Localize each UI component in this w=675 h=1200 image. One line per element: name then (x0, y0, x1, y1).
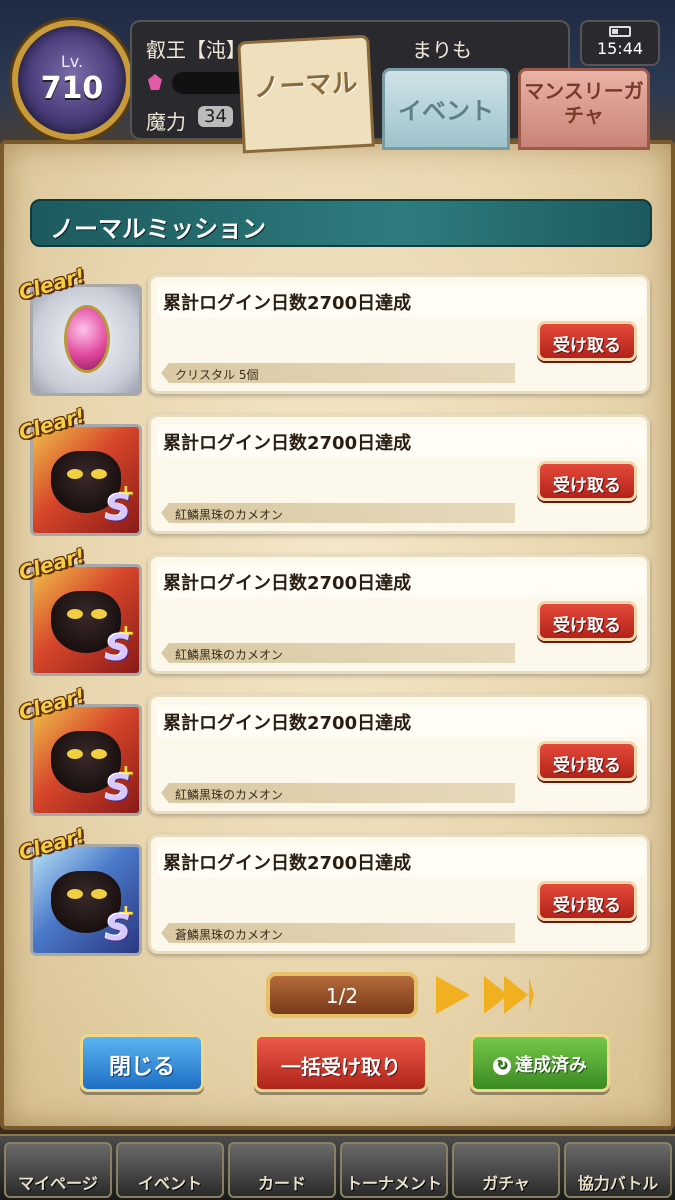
mission-title: 累計ログイン日数2700日達成 (157, 705, 645, 737)
power-label: 魔力 (146, 110, 186, 134)
last-page-icon[interactable] (484, 976, 534, 1014)
monster-reward-icon: + S (30, 844, 142, 956)
player-name: 叡王【沌】 (146, 38, 246, 62)
tab-monthly-gacha[interactable]: マンスリーガチャ (518, 68, 650, 150)
monster-reward-icon: + S (30, 564, 142, 676)
mission-row: + S Clear! 累計ログイン日数2700日達成 受け取る 紅鱗黒珠のカメオ… (16, 403, 650, 536)
nav-tournament[interactable]: トーナメント (340, 1142, 448, 1198)
reward-label: 蒼鱗黒珠のカメオン (161, 923, 515, 943)
mission-card: 累計ログイン日数2700日達成 受け取る 紅鱗黒珠のカメオン (148, 414, 650, 534)
bulk-receive-button[interactable]: 一括受け取り (254, 1034, 428, 1092)
reward-label: 紅鱗黒珠のカメオン (161, 783, 515, 803)
mission-row: Clear! 累計ログイン日数2700日達成 受け取る クリスタル 5個 (16, 263, 650, 396)
page-indicator: 1/2 (266, 972, 418, 1018)
mission-row: + S Clear! 累計ログイン日数2700日達成 受け取る 紅鱗黒珠のカメオ… (16, 543, 650, 676)
battery-icon (609, 26, 631, 37)
receive-button[interactable]: 受け取る (537, 461, 637, 501)
nav-coop-battle[interactable]: 協力バトル (564, 1142, 672, 1198)
panel-title: ノーマルミッション (30, 199, 652, 247)
receive-button[interactable]: 受け取る (537, 321, 637, 361)
mission-card: 累計ログイン日数2700日達成 受け取る 蒼鱗黒珠のカメオン (148, 834, 650, 954)
tab-event[interactable]: イベント (382, 68, 510, 150)
mission-card: 累計ログイン日数2700日達成 受け取る 紅鱗黒珠のカメオン (148, 554, 650, 674)
mission-title: 累計ログイン日数2700日達成 (157, 285, 645, 317)
next-page-icon[interactable] (436, 976, 470, 1014)
mission-panel: ノーマルミッション Clear! 累計ログイン日数2700日達成 受け取る クリ… (0, 140, 675, 1130)
receive-button[interactable]: 受け取る (537, 741, 637, 781)
mission-row: + S Clear! 累計ログイン日数2700日達成 受け取る 蒼鱗黒珠のカメオ… (16, 823, 650, 956)
mission-title: 累計ログイン日数2700日達成 (157, 845, 645, 877)
power-value: 34 (198, 106, 233, 127)
clock-box: 15:44 (580, 20, 660, 66)
mission-title: 累計ログイン日数2700日達成 (157, 565, 645, 597)
level-badge: Lv. 710 (12, 20, 132, 140)
reward-label: クリスタル 5個 (161, 363, 515, 383)
receive-button[interactable]: 受け取る (537, 601, 637, 641)
rank-label: S (105, 628, 131, 669)
gem-icon (148, 74, 162, 90)
user-name: まりも (412, 38, 472, 62)
rank-label: S (105, 768, 131, 809)
monster-reward-icon: + S (30, 424, 142, 536)
mission-row: + S Clear! 累計ログイン日数2700日達成 受け取る 紅鱗黒珠のカメオ… (16, 683, 650, 816)
nav-event[interactable]: イベント (116, 1142, 224, 1198)
nav-mypage[interactable]: マイページ (4, 1142, 112, 1198)
monster-reward-icon: + S (30, 704, 142, 816)
bottom-nav: マイページ イベント カード トーナメント ガチャ 協力バトル (0, 1134, 675, 1200)
rank-label: S (105, 488, 131, 529)
close-button[interactable]: 閉じる (80, 1034, 204, 1092)
receive-button[interactable]: 受け取る (537, 881, 637, 921)
reward-label: 紅鱗黒珠のカメオン (161, 643, 515, 663)
tab-normal[interactable]: ノーマル (237, 34, 375, 154)
mission-title: 累計ログイン日数2700日達成 (157, 425, 645, 457)
refresh-icon: ↻ (493, 1057, 511, 1075)
mission-card: 累計ログイン日数2700日達成 受け取る 紅鱗黒珠のカメオン (148, 694, 650, 814)
mission-card: 累計ログイン日数2700日達成 受け取る クリスタル 5個 (148, 274, 650, 394)
rank-label: S (105, 908, 131, 949)
reward-label: 紅鱗黒珠のカメオン (161, 503, 515, 523)
level-number: 710 (40, 71, 104, 106)
nav-card[interactable]: カード (228, 1142, 336, 1198)
nav-gacha[interactable]: ガチャ (452, 1142, 560, 1198)
achieved-label: 達成済み (515, 1055, 587, 1076)
clock-time: 15:44 (596, 39, 644, 58)
crystal-reward-icon (30, 284, 142, 396)
achieved-button[interactable]: ↻ 達成済み (470, 1034, 610, 1092)
crystal-icon (64, 305, 110, 373)
level-label: Lv. (60, 52, 84, 71)
